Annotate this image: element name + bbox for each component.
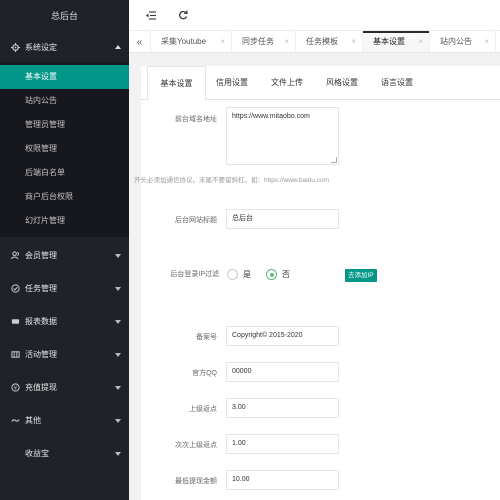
ip-filter-no-label: 否 <box>282 270 290 279</box>
users-icon <box>10 251 20 261</box>
tab-basic-settings[interactable]: 基本设置 × <box>363 31 430 52</box>
submenu-system-settings: 基本设置 站内公告 管理员管理 权限管理 后端白名单 商户后台权限 幻灯片管理 <box>0 62 129 237</box>
radio-checked-icon <box>266 269 277 280</box>
activity-icon <box>10 350 20 360</box>
resize-handle-icon[interactable] <box>331 157 337 163</box>
site-domain-hint: 开头必须加通信协议。末尾不要留斜杠。如：https://www.baidu.co… <box>134 177 330 184</box>
refresh-icon[interactable] <box>176 8 190 22</box>
menu-label: 活动管理 <box>25 350 57 359</box>
chevron-down-icon <box>115 418 121 423</box>
radio-unchecked-icon <box>227 269 238 280</box>
qq-label: 官方QQ <box>192 370 217 377</box>
menu-members[interactable]: 会员管理 <box>0 239 129 272</box>
ip-filter-yes-label: 是 <box>243 270 251 279</box>
sidebar-item-admins[interactable]: 管理员管理 <box>0 113 129 137</box>
settings-tabs: 基本设置 信用设置 文件上传 风格设置 语言设置 <box>141 66 500 101</box>
ip-filter-no-radio[interactable]: 否 <box>266 269 290 280</box>
close-icon[interactable]: × <box>418 31 423 52</box>
menu-label: 收益宝 <box>25 449 49 458</box>
tab-settings-upload[interactable]: 文件上传 <box>258 66 316 100</box>
menu-label: 充值提现 <box>25 383 57 392</box>
svg-text:¥: ¥ <box>13 386 17 392</box>
tabs-scroll-left-icon[interactable]: « <box>129 31 151 52</box>
sidebar-item-basic-settings[interactable]: 基本设置 <box>0 65 129 89</box>
menu-yield[interactable]: 收益宝 <box>0 437 129 470</box>
task-icon <box>10 284 20 294</box>
tab-label: 任务模板 <box>306 37 338 46</box>
settings-panel: 基本设置 信用设置 文件上传 风格设置 语言设置 前台域名地址 https://… <box>134 66 500 500</box>
chevron-down-icon <box>115 352 121 357</box>
menu-tasks[interactable]: 任务管理 <box>0 272 129 305</box>
qq-field[interactable]: 00000 <box>226 362 339 382</box>
tab-sync-task[interactable]: 同步任务 × <box>232 31 296 52</box>
site-domain-label: 前台域名地址 <box>175 116 217 123</box>
tab-label: 同步任务 <box>242 37 274 46</box>
admin-title-field[interactable]: 总后台 <box>226 209 339 229</box>
ip-filter-label: 后台登录IP过滤 <box>170 271 219 278</box>
chevron-down-icon <box>115 319 121 324</box>
tab-label: 采集Youtube <box>161 37 207 46</box>
close-icon[interactable]: × <box>351 31 356 52</box>
menu-other[interactable]: 其他 <box>0 404 129 437</box>
chevron-down-icon <box>115 385 121 390</box>
sidebar-item-permissions[interactable]: 权限管理 <box>0 137 129 161</box>
tab-task-template[interactable]: 任务模板 × <box>296 31 363 52</box>
min-withdraw-label: 最低提现金额 <box>175 478 217 485</box>
ip-filter-yes-radio[interactable]: 是 <box>227 269 251 280</box>
record-label: 备案号 <box>196 334 217 341</box>
tab-settings-style[interactable]: 风格设置 <box>316 66 368 100</box>
close-icon[interactable]: × <box>284 31 289 52</box>
chevron-down-icon <box>115 451 121 456</box>
menu-label: 会员管理 <box>25 251 57 260</box>
record-field[interactable]: Copyright© 2015-2020 <box>226 326 339 346</box>
close-icon[interactable]: × <box>484 31 489 52</box>
menu-label: 任务管理 <box>25 284 57 293</box>
chevron-up-icon <box>115 45 121 49</box>
chevron-down-icon <box>115 286 121 291</box>
menu-reports[interactable]: 报表数据 <box>0 305 129 338</box>
tab-settings-language[interactable]: 语言设置 <box>368 66 426 100</box>
chevron-down-icon <box>115 253 121 258</box>
menu-recharge-withdraw[interactable]: ¥ 充值提现 <box>0 371 129 404</box>
gear-icon <box>10 42 20 52</box>
tab-youtube[interactable]: 采集Youtube × <box>151 31 232 52</box>
sidebar-item-announcements[interactable]: 站内公告 <box>0 89 129 113</box>
tab-settings-basic[interactable]: 基本设置 <box>147 66 206 101</box>
top-header <box>129 0 500 31</box>
rebate2-label: 次次上级返点 <box>175 442 217 449</box>
admin-title-label: 后台网站标题 <box>175 217 217 224</box>
sidebar: 总后台 系统设定 基本设置 站内公告 管理员管理 权限管理 后端白名单 商户后台… <box>0 0 129 500</box>
tab-settings-credit[interactable]: 信用设置 <box>206 66 258 100</box>
recharge-icon: ¥ <box>10 383 20 393</box>
rebate1-label: 上级返点 <box>189 406 217 413</box>
site-domain-value: https://www.mitaobo.com <box>232 113 310 120</box>
menu-label: 报表数据 <box>25 317 57 326</box>
tab-label: 站内公告 <box>440 37 472 46</box>
add-ip-button[interactable]: 去添加IP <box>345 269 377 282</box>
sidebar-item-slides[interactable]: 幻灯片管理 <box>0 209 129 233</box>
menu-system-settings[interactable]: 系统设定 <box>0 32 129 62</box>
sidebar-item-merchant-permissions[interactable]: 商户后台权限 <box>0 185 129 209</box>
rebate1-field[interactable]: 3.00 <box>226 398 339 418</box>
tab-announcements[interactable]: 站内公告 × <box>430 31 496 52</box>
report-icon <box>10 317 20 327</box>
menu-label: 系统设定 <box>25 42 57 52</box>
min-withdraw-field[interactable]: 10.00 <box>226 470 339 490</box>
menu-activities[interactable]: 活动管理 <box>0 338 129 371</box>
rebate2-field[interactable]: 1.00 <box>226 434 339 454</box>
menu-label: 其他 <box>25 416 41 425</box>
app-title: 总后台 <box>0 0 129 32</box>
sidebar-item-whitelist[interactable]: 后端白名单 <box>0 161 129 185</box>
tab-label: 基本设置 <box>373 37 405 46</box>
page-tabs: « 采集Youtube × 同步任务 × 任务模板 × 基本设置 × 站内公告 … <box>129 31 500 53</box>
menu-fold-icon[interactable] <box>144 8 158 22</box>
other-icon <box>10 416 20 426</box>
close-icon[interactable]: × <box>220 31 225 52</box>
site-domain-field[interactable]: https://www.mitaobo.com <box>226 107 339 165</box>
